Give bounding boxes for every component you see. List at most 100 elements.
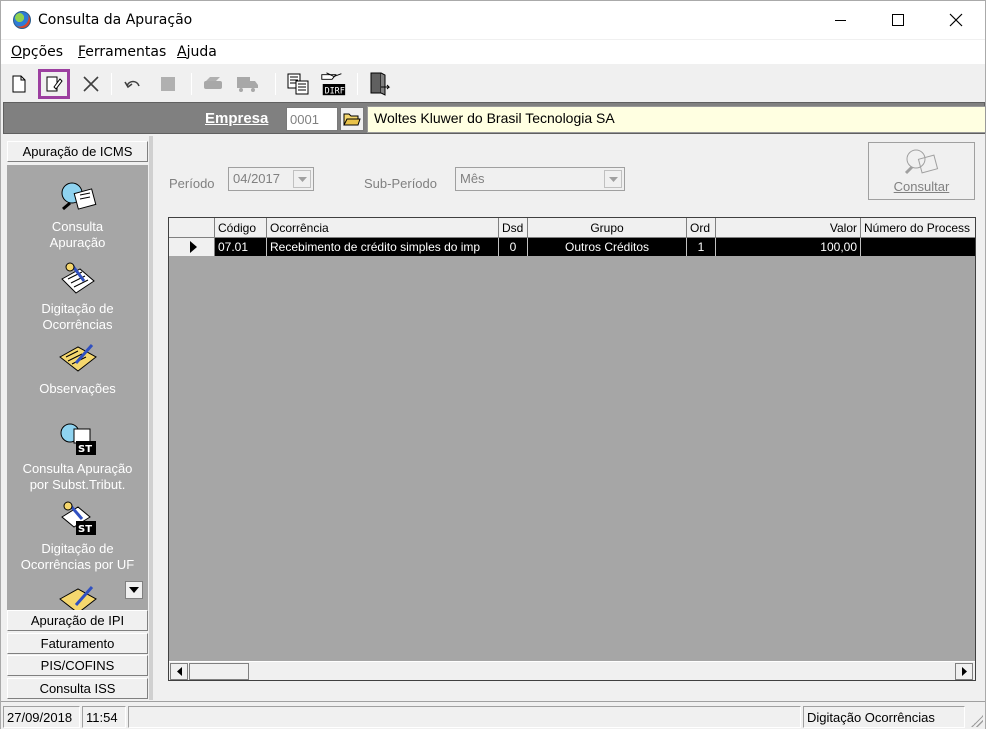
scroll-thumb[interactable] bbox=[189, 663, 249, 680]
toolbar-separator bbox=[357, 73, 358, 95]
empresa-lookup-button[interactable] bbox=[340, 107, 364, 131]
menu-opcoes-accel: O bbox=[11, 44, 23, 60]
export-icon bbox=[287, 73, 309, 95]
menu-opcoes[interactable]: Opções bbox=[11, 44, 63, 60]
empresa-code-field[interactable]: 0001 bbox=[286, 107, 338, 131]
observacoes-icon bbox=[58, 344, 97, 372]
app-globe-icon bbox=[13, 11, 31, 29]
svg-text:DIRF: DIRF bbox=[325, 85, 345, 95]
side-scroll-down-button[interactable] bbox=[125, 581, 143, 599]
toolbar-separator bbox=[275, 73, 276, 95]
export-button[interactable] bbox=[284, 70, 312, 98]
tool-consulta-apuracao[interactable]: Consulta Apuração bbox=[7, 179, 148, 251]
chevron-left-icon bbox=[176, 667, 182, 676]
chevron-down-icon bbox=[297, 176, 307, 182]
periodo-label: Período bbox=[169, 176, 215, 191]
svg-text:ST: ST bbox=[78, 444, 92, 455]
menu-ajuda-accel: A bbox=[177, 44, 187, 60]
dirf-button[interactable]: DIRF bbox=[319, 70, 347, 98]
scroll-right-button[interactable] bbox=[955, 663, 973, 680]
digitacao-uf-icon: ST bbox=[60, 501, 96, 535]
cell-ord[interactable]: 1 bbox=[687, 238, 716, 256]
consultar-button[interactable]: Consultar bbox=[868, 142, 975, 200]
col-ocorrencia[interactable]: Ocorrência bbox=[267, 218, 499, 238]
resize-grip-icon[interactable] bbox=[971, 715, 983, 727]
subperiodo-value: Mês bbox=[460, 171, 485, 186]
ocorrencias-grid: Código Ocorrência Dsd Grupo Ord Valor Nú… bbox=[168, 217, 976, 681]
print-icon bbox=[204, 77, 222, 89]
undo-icon bbox=[124, 80, 140, 89]
cell-codigo[interactable]: 07.01 bbox=[215, 238, 267, 256]
print-button[interactable] bbox=[199, 70, 227, 98]
truck-button[interactable] bbox=[233, 70, 261, 98]
col-valor[interactable]: Valor bbox=[716, 218, 861, 238]
col-grupo[interactable]: Grupo bbox=[528, 218, 687, 238]
new-button[interactable] bbox=[5, 70, 33, 98]
side-tab-icms[interactable]: Apuração de ICMS bbox=[7, 141, 148, 162]
tool-observacoes-label1: Observações bbox=[39, 381, 116, 396]
cell-grupo[interactable]: Outros Créditos bbox=[528, 238, 687, 256]
status-date: 27/09/2018 bbox=[3, 706, 80, 728]
side-tab-faturamento[interactable]: Faturamento bbox=[7, 633, 148, 654]
tool-consulta-st[interactable]: ST Consulta Apuração por Subst.Tribut. bbox=[7, 421, 148, 493]
grid-header-indicator bbox=[169, 218, 215, 238]
tool-digitacao-uf-label2: Ocorrências por UF bbox=[20, 557, 135, 572]
tool-consulta-st-label1: Consulta Apuração bbox=[22, 461, 133, 476]
scroll-left-button[interactable] bbox=[170, 663, 188, 680]
minimize-button[interactable] bbox=[811, 1, 869, 39]
svg-text:ST: ST bbox=[78, 524, 92, 535]
chevron-right-icon bbox=[961, 667, 967, 676]
tool-digitacao-ocorrencias[interactable]: Digitação de Ocorrências bbox=[7, 261, 148, 333]
cell-valor[interactable]: 100,00 bbox=[716, 238, 861, 256]
consultar-label-text: Consultar bbox=[893, 179, 950, 194]
undo-button[interactable] bbox=[119, 70, 147, 98]
tool-digitacao-label1: Digitação de bbox=[41, 301, 114, 316]
side-tab-pis-cofins[interactable]: PIS/COFINS bbox=[7, 655, 148, 676]
edit-button[interactable] bbox=[38, 69, 70, 99]
stop-button[interactable] bbox=[154, 70, 182, 98]
cell-dsd[interactable]: 0 bbox=[499, 238, 528, 256]
chevron-down-icon bbox=[608, 176, 618, 182]
empresa-name-field: Woltes Kluwer do Brasil Tecnologia SA bbox=[367, 106, 986, 133]
subperiodo-dropdown-arrow bbox=[604, 170, 622, 188]
exit-button[interactable] bbox=[365, 70, 393, 98]
exit-door-icon bbox=[370, 72, 391, 96]
menu-ferramentas[interactable]: Ferramentas bbox=[78, 44, 166, 60]
row-indicator bbox=[169, 238, 215, 256]
col-ord[interactable]: Ord bbox=[687, 218, 716, 238]
main-area: Período 04/2017 Sub-Período Mês Consulta… bbox=[156, 136, 985, 700]
tool-consulta-st-label2: por Subst.Tribut. bbox=[29, 477, 126, 492]
tool-observacoes[interactable]: Observações bbox=[7, 341, 148, 397]
truck-icon bbox=[237, 77, 258, 92]
menu-ajuda[interactable]: Ajuda bbox=[177, 44, 217, 60]
maximize-button[interactable] bbox=[869, 1, 927, 39]
col-dsd[interactable]: Dsd bbox=[499, 218, 528, 238]
side-tools-area: Consulta Apuração Digitação de Ocorrênci… bbox=[7, 165, 148, 611]
tool-digitacao-uf[interactable]: ST Digitação de Ocorrências por UF bbox=[7, 501, 148, 573]
tool-digitacao-uf-label1: Digitação de bbox=[41, 541, 114, 556]
cell-numero-processo[interactable] bbox=[861, 238, 975, 256]
open-folder-icon bbox=[343, 113, 361, 126]
consulta-st-icon: ST bbox=[60, 423, 96, 455]
menu-ajuda-label: juda bbox=[186, 44, 217, 60]
consulta-apuracao-icon bbox=[61, 182, 96, 211]
side-tab-iss[interactable]: Consulta ISS bbox=[7, 678, 148, 699]
delete-x-icon bbox=[83, 76, 99, 92]
grid-horizontal-scrollbar[interactable] bbox=[169, 661, 975, 680]
toolbar: DIRF bbox=[1, 67, 985, 101]
app-window: Consulta da Apuração Opções Ferramentas … bbox=[0, 0, 986, 729]
empresa-label-text: Empresa bbox=[205, 110, 269, 127]
empresa-bar: Empresa 0001 Woltes Kluwer do Brasil Tec… bbox=[3, 102, 986, 134]
close-button[interactable] bbox=[927, 1, 985, 39]
periodo-select[interactable]: 04/2017 bbox=[228, 167, 314, 191]
cell-ocorrencia[interactable]: Recebimento de crédito simples do imp bbox=[267, 238, 499, 256]
grid-header: Código Ocorrência Dsd Grupo Ord Valor Nú… bbox=[169, 218, 975, 238]
delete-button[interactable] bbox=[77, 70, 105, 98]
consultar-label: Consultar bbox=[894, 179, 950, 194]
col-codigo[interactable]: Código bbox=[215, 218, 267, 238]
status-bar: 27/09/2018 11:54 Digitação Ocorrências bbox=[1, 701, 985, 729]
side-tab-ipi[interactable]: Apuração de IPI bbox=[7, 610, 148, 631]
table-row[interactable]: 07.01 Recebimento de crédito simples do … bbox=[169, 238, 975, 256]
subperiodo-select[interactable]: Mês bbox=[455, 167, 625, 191]
col-numero-processo[interactable]: Número do Process bbox=[861, 218, 975, 238]
